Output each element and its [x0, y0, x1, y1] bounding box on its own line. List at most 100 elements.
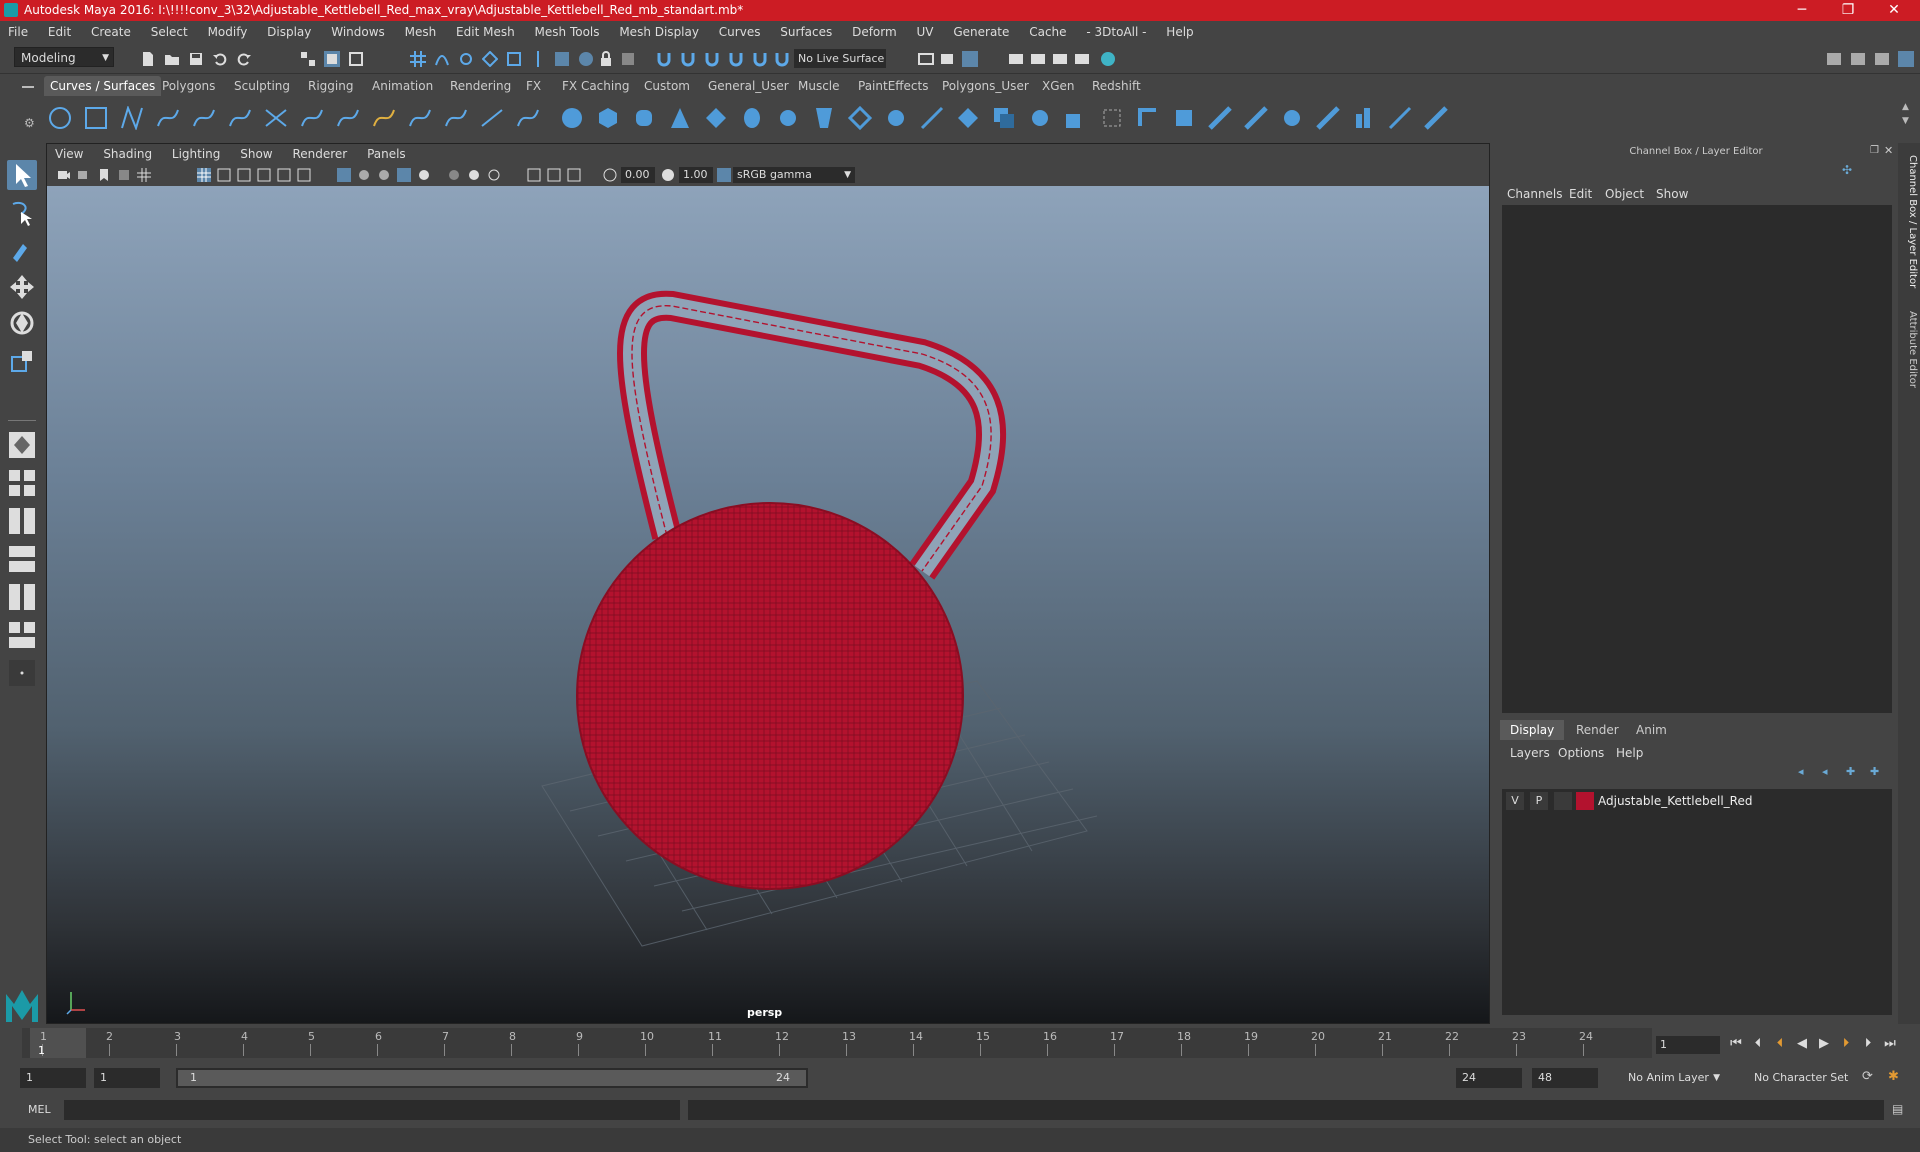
animation-start-field[interactable]: 1	[20, 1068, 86, 1088]
menu-display[interactable]: Display	[259, 21, 319, 43]
step-forward-key-icon[interactable]: ⏵	[1838, 1036, 1854, 1052]
question-icon[interactable]	[578, 51, 594, 67]
select-by-name-icon[interactable]	[620, 51, 636, 67]
menu-help[interactable]: Help	[1158, 21, 1201, 43]
exposure-icon[interactable]	[603, 168, 617, 182]
step-back-frame-icon[interactable]: ⏴	[1750, 1036, 1766, 1052]
float-panel-icon[interactable]: ❐	[1870, 145, 1879, 156]
rebuild-surfaces-icon[interactable]	[1388, 106, 1412, 130]
workspace-tool-settings-icon[interactable]	[1874, 51, 1890, 67]
range-slider-track[interactable]: 1 24	[176, 1068, 808, 1088]
anim-layer-dropdown[interactable]: No Anim Layer ▼	[1622, 1068, 1722, 1088]
save-scene-icon[interactable]	[188, 51, 204, 67]
tab-redshift[interactable]: Redshift	[1086, 76, 1147, 96]
viewport-menu-view[interactable]: View	[47, 144, 91, 164]
lights-icon[interactable]	[257, 168, 271, 182]
viewport-menu-renderer[interactable]: Renderer	[284, 144, 355, 164]
channels-menu-show[interactable]: Show	[1656, 187, 1688, 201]
layers-menu-layers[interactable]: Layers	[1510, 746, 1550, 760]
menu-3dtoall[interactable]: - 3DtoAll -	[1078, 21, 1154, 43]
layer-visibility-toggle[interactable]: V	[1506, 792, 1524, 810]
scale-tool-icon[interactable]	[7, 346, 37, 376]
menu-mesh-tools[interactable]: Mesh Tools	[527, 21, 608, 43]
revolve-icon[interactable]	[776, 106, 800, 130]
viewport-menu-panels[interactable]: Panels	[359, 144, 414, 164]
shelf-settings-icon[interactable]: ⚙	[24, 116, 35, 130]
open-scene-icon[interactable]	[164, 51, 180, 67]
auto-key-icon[interactable]: ⟳	[1862, 1069, 1873, 1084]
open-close-surfaces-icon[interactable]	[1280, 106, 1304, 130]
untrim-icon[interactable]	[1172, 106, 1196, 130]
rotate-tool-icon[interactable]	[7, 308, 37, 338]
tab-xgen[interactable]: XGen	[1036, 76, 1081, 96]
menu-modify[interactable]: Modify	[200, 21, 256, 43]
tab-fx[interactable]: FX	[520, 76, 547, 96]
menu-edit-mesh[interactable]: Edit Mesh	[448, 21, 523, 43]
play-backwards-icon[interactable]: ◀	[1794, 1036, 1810, 1052]
time-slider[interactable]: 1 2 3 4 5 6 7 8 9 10 11 12 13 14 15 16 1…	[22, 1028, 1652, 1058]
move-tool-icon[interactable]	[7, 272, 37, 302]
tab-polygons-user[interactable]: Polygons_User	[936, 76, 1035, 96]
tab-painteffects[interactable]: PaintEffects	[852, 76, 934, 96]
extend-curve-icon[interactable]	[408, 106, 432, 130]
channel-list[interactable]	[1502, 205, 1892, 713]
magnet-icon[interactable]	[656, 51, 672, 67]
camera-icon[interactable]	[57, 168, 71, 182]
playback-end-field[interactable]: 24	[1456, 1068, 1522, 1088]
viewport-menu-lighting[interactable]: Lighting	[164, 144, 229, 164]
xray-joints-icon[interactable]	[357, 168, 371, 182]
trim-tool-icon[interactable]	[1136, 106, 1160, 130]
snap-vertex-icon[interactable]	[774, 51, 790, 67]
layout-outliner-icon[interactable]	[7, 620, 37, 650]
attach-surfaces-icon[interactable]	[1208, 106, 1232, 130]
undo-icon[interactable]	[212, 51, 228, 67]
tab-custom[interactable]: Custom	[638, 76, 696, 96]
snap-normal-icon[interactable]	[704, 51, 720, 67]
render-region-icon[interactable]	[918, 51, 934, 67]
tab-anim-layers[interactable]: Anim	[1626, 720, 1677, 740]
tab-fx-caching[interactable]: FX Caching	[556, 76, 635, 96]
nurbs-circle-icon[interactable]	[48, 106, 72, 130]
render-setup-icon[interactable]	[1074, 51, 1090, 67]
pencil-curve-icon[interactable]	[228, 106, 252, 130]
play-forwards-icon[interactable]: ▶	[1816, 1036, 1832, 1052]
history-icon[interactable]	[554, 51, 570, 67]
menu-file[interactable]: File	[0, 21, 36, 43]
playback-start-field[interactable]: 1	[94, 1068, 160, 1088]
layout-hypershade-icon[interactable]	[7, 582, 37, 612]
detach-surfaces-icon[interactable]	[1244, 106, 1268, 130]
tab-sculpting[interactable]: Sculpting	[228, 76, 296, 96]
menu-surfaces[interactable]: Surfaces	[772, 21, 840, 43]
boundary-icon[interactable]	[992, 106, 1016, 130]
nurbs-cube-icon[interactable]	[596, 106, 620, 130]
layout-graph-persp-icon[interactable]	[7, 544, 37, 574]
sculpt-geometry-icon[interactable]	[1424, 106, 1448, 130]
render-view-icon[interactable]	[1008, 51, 1024, 67]
side-tab-attribute-editor[interactable]: Attribute Editor	[1900, 311, 1918, 388]
layer-playback-toggle[interactable]: P	[1530, 792, 1548, 810]
wireframe-shading-icon[interactable]	[197, 168, 211, 182]
layer-display-type-toggle[interactable]	[1554, 792, 1572, 810]
go-to-start-icon[interactable]: ⏮	[1728, 1036, 1744, 1052]
tab-display-layers[interactable]: Display	[1500, 720, 1565, 740]
view-transform-dropdown[interactable]: sRGB gamma ▼	[733, 167, 855, 183]
xray-components-icon[interactable]	[377, 168, 391, 182]
layout-outliner-persp-icon[interactable]	[7, 506, 37, 536]
tab-polygons[interactable]: Polygons	[156, 76, 221, 96]
step-back-key-icon[interactable]: ⏴	[1772, 1036, 1788, 1052]
menu-mesh[interactable]: Mesh	[397, 21, 445, 43]
depth-of-field-icon[interactable]	[467, 168, 481, 182]
symmetry-icon[interactable]	[530, 51, 546, 67]
menu-mesh-display[interactable]: Mesh Display	[611, 21, 707, 43]
layer-color-swatch[interactable]	[1576, 792, 1594, 810]
detach-curves-icon[interactable]	[336, 106, 360, 130]
attach-curves-icon[interactable]	[300, 106, 324, 130]
layers-menu-help[interactable]: Help	[1616, 746, 1643, 760]
birail-icon[interactable]	[920, 106, 944, 130]
channels-menu-channels[interactable]: Channels	[1507, 187, 1563, 201]
minimize-button[interactable]: ─	[1780, 0, 1824, 21]
smooth-shade-icon[interactable]	[217, 168, 231, 182]
render-frame-icon[interactable]	[940, 51, 956, 67]
viewport-scene[interactable]: persp	[47, 186, 1489, 1023]
ipr-render-icon[interactable]	[962, 51, 978, 67]
